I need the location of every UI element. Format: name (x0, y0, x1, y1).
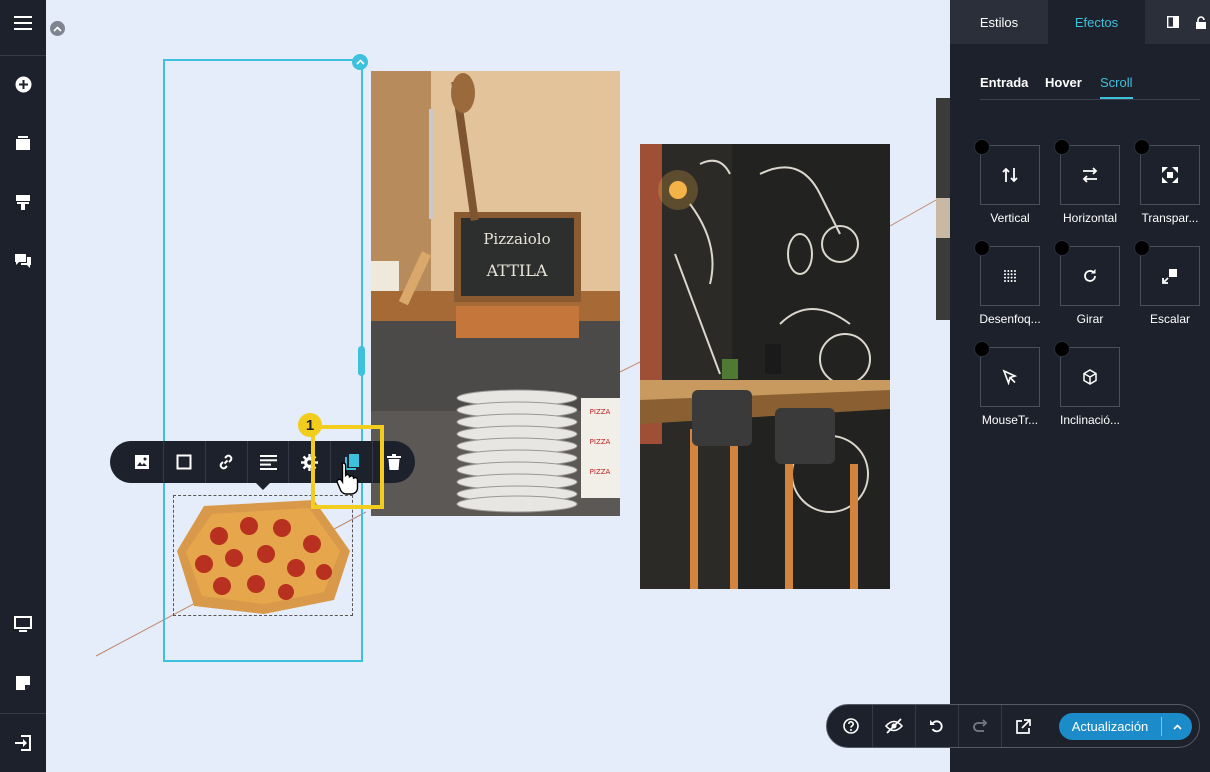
effect-box (980, 347, 1040, 407)
sidebar-divider (0, 55, 46, 56)
update-button-label: Actualización (1071, 719, 1149, 734)
pizza-box-label: PIZZA (590, 438, 611, 446)
chalkboard-title: Pizzaiolo (483, 230, 550, 248)
effect-label: Escalar (1149, 312, 1190, 326)
update-button[interactable]: Actualización (1059, 713, 1192, 740)
hand-cursor-icon (336, 462, 359, 495)
cursor-icon (1002, 369, 1018, 385)
update-button-divider (1161, 717, 1162, 736)
effect-label: Vertical (990, 211, 1030, 225)
effect-box (1140, 246, 1200, 306)
tab-estilos[interactable]: Estilos (950, 0, 1048, 44)
effect-status-dot (1134, 139, 1150, 155)
effect-status-dot (1054, 240, 1070, 256)
desktop-view-icon[interactable] (0, 602, 46, 646)
scale-icon (1162, 269, 1177, 284)
transparency-icon (1162, 167, 1178, 183)
third-photo-partial[interactable] (936, 98, 950, 320)
hide-preview-icon[interactable] (873, 705, 916, 747)
effect-status-dot (1054, 139, 1070, 155)
effect-box (980, 246, 1040, 306)
effect-label: MouseTr... (981, 413, 1039, 427)
chalkboard-name: ATTILA (486, 261, 548, 280)
step-badge: 1 (298, 413, 322, 437)
tab-efectos[interactable]: Efectos (1048, 0, 1145, 44)
comments-icon[interactable] (0, 239, 46, 283)
left-sidebar (0, 0, 46, 772)
link-icon[interactable] (206, 441, 248, 483)
effect-vertical[interactable]: Vertical (970, 139, 1050, 239)
resize-handle[interactable] (358, 346, 365, 376)
sidebar-divider (0, 713, 46, 714)
cube-icon (1083, 369, 1097, 385)
align-text-icon[interactable] (248, 441, 290, 483)
effect-box (1060, 246, 1120, 306)
chevron-up-icon[interactable] (1163, 713, 1192, 740)
bottom-action-bar: Actualización (826, 704, 1200, 748)
effect-status-dot (974, 139, 990, 155)
editor-canvas[interactable]: Pizzaiolo ATTILA PIZZA PIZZA PIZZA 1 (46, 0, 950, 772)
subtab-hover[interactable]: Hover (1045, 75, 1082, 90)
arrows-horizontal-icon (1082, 167, 1098, 183)
undo-icon[interactable] (916, 705, 959, 747)
subtab-scroll[interactable]: Scroll (1100, 75, 1133, 99)
lock-icon[interactable] (1192, 0, 1210, 44)
subtab-entrada[interactable]: Entrada (980, 75, 1028, 90)
effect-box (980, 145, 1040, 205)
effect-rotate[interactable]: Girar (1050, 240, 1130, 340)
frame-icon[interactable] (164, 441, 206, 483)
effect-status-dot (974, 341, 990, 357)
effect-box (1140, 145, 1200, 205)
effect-box (1060, 145, 1120, 205)
effect-tilt[interactable]: Inclinació... (1050, 341, 1130, 441)
effects-panel: Estilos Efectos Entrada Hover Scroll Ver… (950, 0, 1210, 772)
panel-tabs: Estilos Efectos (950, 0, 1210, 44)
effect-label: Desenfoq... (979, 312, 1041, 326)
effect-blur[interactable]: Desenfoq... (970, 240, 1050, 340)
add-element-icon[interactable] (0, 62, 46, 106)
external-link-icon[interactable] (1002, 705, 1045, 747)
effect-box (1060, 347, 1120, 407)
pizza-box-label: PIZZA (590, 468, 611, 476)
design-brush-icon[interactable] (0, 180, 46, 224)
pizzeria-interior-photo[interactable] (640, 144, 890, 589)
panel-layout-icon[interactable] (1155, 0, 1191, 44)
effect-mousetrack[interactable]: MouseTr... (970, 341, 1050, 441)
effect-label: Horizontal (1062, 211, 1118, 225)
effect-label: Inclinació... (1059, 413, 1121, 427)
pizza-image-frame[interactable] (173, 495, 353, 616)
exit-icon[interactable] (0, 721, 46, 765)
pizza-image (177, 500, 350, 614)
effect-subtabs: Entrada Hover Scroll (980, 70, 1200, 100)
pizza-box-label: PIZZA (590, 408, 611, 416)
effect-status-dot (1054, 341, 1070, 357)
redo-icon[interactable] (959, 705, 1002, 747)
pages-icon[interactable] (0, 121, 46, 165)
effect-horizontal[interactable]: Horizontal (1050, 139, 1130, 239)
toolbar-pointer (256, 483, 270, 490)
effect-scale[interactable]: Escalar (1130, 240, 1210, 340)
rotate-icon (1084, 269, 1096, 282)
notes-icon[interactable] (0, 661, 46, 705)
blur-icon (1004, 270, 1016, 282)
effect-status-dot (974, 240, 990, 256)
effect-status-dot (1134, 240, 1150, 256)
effect-transparency[interactable]: Transpar... (1130, 139, 1210, 239)
help-icon[interactable] (830, 705, 873, 747)
effect-label: Girar (1076, 312, 1104, 326)
menu-icon[interactable] (0, 1, 46, 45)
arrows-vertical-icon (1002, 167, 1018, 183)
image-icon[interactable] (122, 441, 164, 483)
effect-label: Transpar... (1141, 211, 1199, 225)
move-up-chevron-icon[interactable] (352, 54, 368, 70)
